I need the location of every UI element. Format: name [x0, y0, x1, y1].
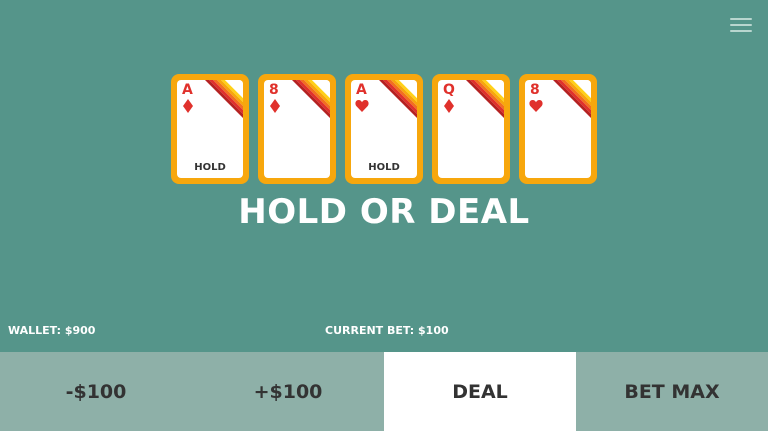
hand: A HOLD 8 A HOLD Q 8 — [171, 74, 597, 184]
card-rank: A — [356, 82, 367, 98]
card-face: 8 — [525, 80, 591, 178]
hamburger-menu-icon[interactable] — [730, 17, 752, 33]
card-rank: 8 — [530, 82, 540, 98]
card-stripe-decoration — [466, 80, 504, 118]
wallet-amount: WALLET: $900 — [8, 324, 96, 337]
card-4[interactable]: Q — [432, 74, 510, 184]
current-bet: CURRENT BET: $100 — [325, 324, 449, 337]
card-face: Q — [438, 80, 504, 178]
diamond-icon — [444, 99, 454, 113]
card-rank: Q — [443, 82, 455, 98]
action-bar: -$100 +$100 DEAL BET MAX — [0, 352, 768, 431]
card-stripe-decoration — [292, 80, 330, 118]
menu-line — [730, 18, 752, 20]
decrease-bet-button[interactable]: -$100 — [0, 352, 192, 431]
card-stripe-decoration — [379, 80, 417, 118]
heart-icon — [355, 100, 369, 112]
diamond-icon — [270, 99, 280, 113]
diamond-icon — [183, 99, 193, 113]
heart-icon — [529, 100, 543, 112]
card-5[interactable]: 8 — [519, 74, 597, 184]
deal-button[interactable]: DEAL — [384, 352, 576, 431]
menu-line — [730, 30, 752, 32]
bet-max-button[interactable]: BET MAX — [576, 352, 768, 431]
hold-label: HOLD — [368, 162, 400, 173]
card-rank: A — [182, 82, 193, 98]
hold-label: HOLD — [194, 162, 226, 173]
card-face: A HOLD — [177, 80, 243, 178]
card-face: A HOLD — [351, 80, 417, 178]
card-face: 8 — [264, 80, 330, 178]
status-headline: HOLD OR DEAL — [238, 192, 530, 232]
card-2[interactable]: 8 — [258, 74, 336, 184]
card-1[interactable]: A HOLD — [171, 74, 249, 184]
increase-bet-button[interactable]: +$100 — [192, 352, 384, 431]
card-stripe-decoration — [205, 80, 243, 118]
card-stripe-decoration — [553, 80, 591, 118]
card-3[interactable]: A HOLD — [345, 74, 423, 184]
menu-line — [730, 24, 752, 26]
card-rank: 8 — [269, 82, 279, 98]
